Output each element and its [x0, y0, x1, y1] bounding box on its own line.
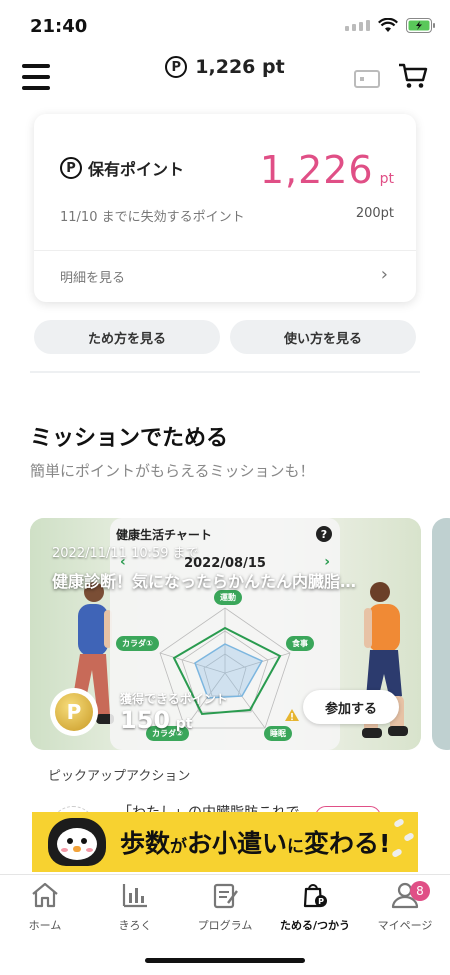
help-icon[interactable]: ?: [316, 526, 332, 542]
tab-label: プログラム: [197, 919, 253, 932]
divider: [34, 250, 416, 251]
clipboard-icon: [213, 883, 238, 909]
footprint-icon: [391, 847, 403, 859]
tab-home[interactable]: ホーム: [0, 881, 90, 933]
how-to-use-button[interactable]: 使い方を見る: [230, 320, 416, 354]
point-icon: P: [60, 157, 82, 179]
points-card: P 保有ポイント 1,226 pt 11/10 までに失効するポイント 200p…: [34, 114, 416, 302]
join-button[interactable]: 参加する: [303, 690, 399, 724]
radar-label-right: 食事: [286, 636, 314, 651]
tab-label: マイページ: [377, 919, 433, 932]
how-to-earn-button[interactable]: ため方を見る: [34, 320, 220, 354]
header-points-value: 1,226 pt: [195, 56, 285, 78]
points-card-value: 1,226 pt: [260, 148, 394, 192]
footprint-icon: [403, 831, 415, 843]
notification-badge: 8: [410, 881, 430, 901]
home-icon: [32, 882, 58, 908]
point-coin-icon: P: [50, 688, 98, 736]
tab-label: ためる/つかう: [279, 919, 351, 932]
battery-icon: [406, 18, 435, 33]
mission-card[interactable]: 健康生活チャート ? ‹ 2022/08/15 › 運動 食事 カラダ① 睡眠 …: [30, 518, 421, 750]
tab-records[interactable]: きろく: [90, 881, 180, 933]
points-unit: pt: [379, 171, 394, 187]
mission-title: 健康診断！気になったらかんたん内臓脂…: [52, 572, 357, 591]
warning-icon: [285, 709, 299, 721]
tab-earn-use[interactable]: P ためる/つかう: [270, 881, 360, 933]
chart-title: 健康生活チャート: [116, 528, 212, 542]
section-title: ミッションでためる: [30, 426, 229, 451]
footprint-icon: [393, 817, 405, 829]
banner-text-3: お小遣い: [187, 829, 288, 858]
status-icons: [345, 18, 436, 33]
tab-label: きろく: [118, 919, 152, 932]
section-divider: [30, 371, 420, 373]
expire-value: 200pt: [355, 206, 394, 221]
mission-deadline: 2022/11/11 10:59 まで: [52, 546, 199, 561]
banner-text-4: に: [287, 837, 305, 857]
radar-label-left: カラダ①: [116, 636, 159, 651]
radar-label-top: 運動: [214, 590, 242, 605]
points-card-title: P 保有ポイント: [60, 156, 184, 180]
banner-text-1: 歩数: [120, 829, 171, 858]
pickup-label: ピックアップアクション: [48, 769, 191, 784]
tab-mypage[interactable]: 8 マイページ: [360, 881, 450, 933]
svg-text:P: P: [318, 897, 324, 906]
detail-link[interactable]: 明細を見る: [60, 267, 125, 286]
banner-text-5: 変わる!: [304, 829, 391, 858]
cart-icon[interactable]: [398, 62, 428, 90]
penguin-icon: [48, 818, 106, 866]
tab-label: ホーム: [28, 919, 62, 932]
header-points: P 1,226 pt: [0, 56, 450, 78]
banner-text: 歩数がお小遣いに変わる!: [120, 824, 390, 860]
next-mission-card[interactable]: [432, 518, 450, 750]
point-icon: P: [165, 56, 188, 78]
card-icon[interactable]: [354, 70, 380, 88]
home-indicator: [145, 958, 305, 963]
bag-points-icon: P: [303, 884, 327, 908]
section-subtitle: 簡単にポイントがもらえるミッションも！: [30, 462, 315, 480]
reward-label: 獲得できるポイント: [120, 692, 228, 706]
chevron-right-icon[interactable]: ›: [381, 264, 388, 285]
signal-icon: [345, 20, 370, 31]
status-time: 21:40: [30, 16, 88, 37]
radar-label-bottom-right: 睡眠: [264, 726, 292, 741]
banner-text-2: が: [170, 837, 188, 857]
reward-value: 150 pt: [120, 706, 192, 734]
expire-label: 11/10 までに失効するポイント: [60, 210, 245, 225]
steps-banner[interactable]: 歩数がお小遣いに変わる!: [32, 812, 418, 872]
reward-number: 150: [120, 706, 171, 734]
points-card-title-text: 保有ポイント: [88, 160, 185, 179]
reward-unit: pt: [175, 716, 193, 732]
tab-program[interactable]: プログラム: [180, 881, 270, 933]
bar-chart-icon: [122, 884, 147, 908]
points-value: 1,226: [259, 148, 374, 192]
wifi-icon: [378, 18, 398, 32]
